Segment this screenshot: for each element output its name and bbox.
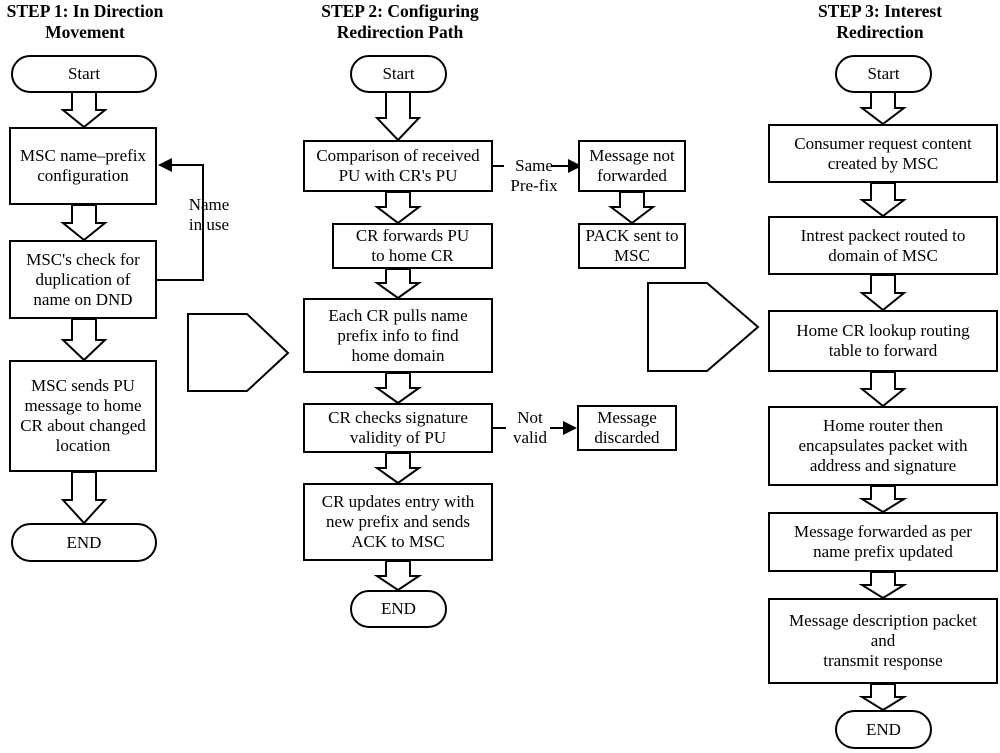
- node-s2-end[interactable]: END: [350, 590, 447, 628]
- node-s3-home-cr-lookup-routing[interactable]: Home CR lookup routing table to forward: [768, 310, 998, 372]
- node-s3-message-description-packet[interactable]: Message description packet and transmit …: [768, 598, 998, 684]
- node-s3-end[interactable]: END: [835, 710, 932, 749]
- arrow-s3-b2-to-b3: [859, 274, 907, 312]
- arrow-s1-start-to-b1: [60, 91, 108, 129]
- node-s2-cr-updates-entry[interactable]: CR updates entry with new prefix and sen…: [303, 483, 493, 561]
- node-s2-pack-sent-to-msc[interactable]: PACK sent to MSC: [578, 223, 686, 269]
- arrow-s1-b2-to-b3: [60, 318, 108, 362]
- arrow-s3-b3-to-b4: [859, 371, 907, 408]
- node-s2-start[interactable]: Start: [350, 55, 447, 93]
- arrow-s2-side1-to-side2: [608, 191, 656, 225]
- arrow-s1-b3-to-end: [60, 471, 108, 525]
- node-s3-home-router-encapsulates[interactable]: Home router then encapsulates packet wit…: [768, 406, 998, 486]
- step2-title: STEP 2: Configuring Redirection Path: [321, 1, 479, 42]
- arrow-s1-b1-to-b2: [60, 204, 108, 242]
- node-s3-consumer-request-content[interactable]: Consumer request content created by MSC: [768, 124, 998, 183]
- arrow-s3-b4-to-b5: [858, 485, 908, 514]
- arrow-s3-b5-to-b6: [858, 571, 908, 600]
- edge-label-same-prefix: Same Pre-fix: [510, 156, 558, 195]
- node-s3-message-forwarded[interactable]: Message forwarded as per name prefix upd…: [768, 512, 998, 572]
- arrow-s2-b3-to-b4: [373, 372, 423, 405]
- edge-label-name-in-use: Name in use: [188, 195, 230, 234]
- arrow-s2-b4-to-b5: [373, 452, 423, 485]
- node-s1-msc-name-prefix-configuration[interactable]: MSC name–prefix configuration: [9, 127, 157, 205]
- arrow-s3-start-to-b1: [859, 91, 907, 126]
- step1-title: STEP 1: In Direction Movement: [6, 1, 164, 42]
- node-s2-comparison-received-pu[interactable]: Comparison of received PU with CR's PU: [303, 140, 493, 192]
- node-s1-start[interactable]: Start: [11, 55, 157, 93]
- node-s2-cr-checks-signature[interactable]: CR checks signature validity of PU: [303, 403, 493, 453]
- arrow-s2-b2-to-b3: [373, 268, 423, 300]
- flowchart-canvas: STEP 1: In Direction Movement STEP 2: Co…: [0, 0, 1000, 753]
- node-s1-msc-sends-pu-message[interactable]: MSC sends PU message to home CR about ch…: [9, 360, 157, 472]
- arrow-s3-b6-to-end: [858, 683, 908, 712]
- node-s2-message-not-forwarded[interactable]: Message not forwarded: [578, 140, 686, 192]
- arrow-s3-b1-to-b2: [859, 182, 907, 218]
- pentagon-arrow-step2-to-step3: [647, 282, 760, 372]
- node-s1-msc-check-duplication[interactable]: MSC's check for duplication of name on D…: [9, 240, 157, 319]
- step3-title: STEP 3: Interest Redirection: [817, 1, 943, 42]
- node-s3-interest-packet-routed[interactable]: Intrest packect routed to domain of MSC: [768, 216, 998, 275]
- node-s2-each-cr-pulls-name-prefix[interactable]: Each CR pulls name prefix info to find h…: [303, 298, 493, 373]
- node-s2-message-discarded[interactable]: Message discarded: [577, 405, 677, 451]
- arrow-s2-b1-to-b2: [374, 191, 422, 225]
- edge-label-not-valid: Not valid: [513, 408, 547, 447]
- node-s3-start[interactable]: Start: [835, 55, 932, 93]
- pentagon-arrow-step1-to-step2: [187, 313, 290, 392]
- arrow-s2-b5-to-end: [373, 560, 423, 592]
- node-s1-end[interactable]: END: [11, 523, 157, 562]
- node-s2-cr-forwards-pu[interactable]: CR forwards PU to home CR: [332, 223, 493, 269]
- arrow-s2-start-to-b1: [374, 91, 422, 142]
